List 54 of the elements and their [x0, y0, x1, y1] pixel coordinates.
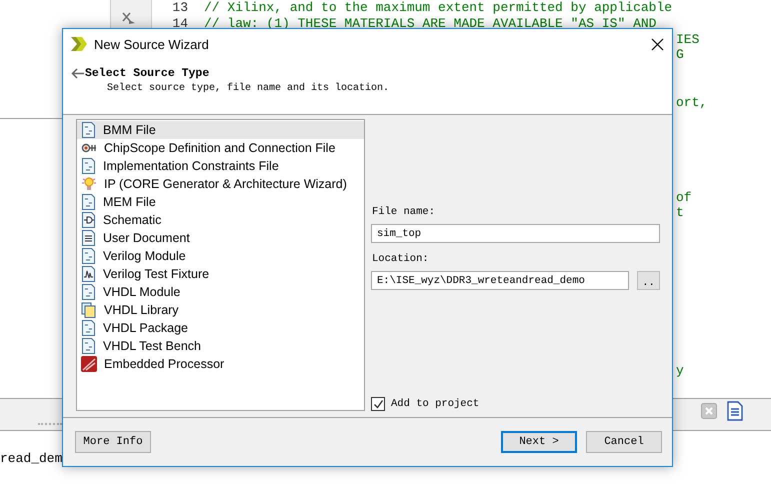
close-icon[interactable] [650, 38, 664, 50]
list-item[interactable]: BMM File [77, 121, 364, 139]
browse-button[interactable]: .. [637, 271, 660, 290]
code-line: of [676, 190, 692, 206]
code-line: // Xilinx, and to the maximum extent permitted by applicable [204, 0, 672, 16]
waveform-icon [81, 266, 96, 282]
code-line: t [676, 205, 684, 222]
file-name-field[interactable]: sim_top [371, 224, 660, 243]
code-line: G [676, 47, 684, 64]
location-field[interactable]: E:\ISE_wyz\DDR3_wreteandread_demo [371, 271, 629, 290]
dialog-button[interactable]: Cancel [586, 431, 662, 453]
page-heading: Select Source Type [85, 67, 210, 80]
checkbox[interactable] [371, 397, 385, 411]
dialog-button[interactable]: Next > [501, 431, 577, 453]
page-description: Select source type, file name and its location. [107, 83, 390, 94]
list-item[interactable]: IP (CORE Generator & Architecture Wizard) [77, 175, 364, 193]
document-icon[interactable] [727, 401, 743, 421]
window-title: New Source Wizard [94, 36, 209, 52]
document-icon [81, 338, 96, 354]
code-line: IES [676, 32, 700, 48]
document-icon [81, 248, 96, 264]
field-label: Location: [372, 253, 429, 265]
checkbox-label: Add to project [391, 398, 480, 410]
list-item[interactable]: VHDL Test Bench [77, 337, 364, 355]
document-icon [81, 320, 96, 336]
list-item[interactable]: Schematic [77, 211, 364, 229]
list-item[interactable]: VHDL Module [77, 283, 364, 301]
list-item[interactable]: Implementation Constraints File [77, 157, 364, 175]
code-line: y [676, 363, 684, 380]
processor-icon [81, 356, 97, 372]
list-item[interactable]: Verilog Module [77, 247, 364, 265]
list-item[interactable]: ChipScope Definition and Connection File [77, 139, 364, 157]
line-number: 14 [171, 16, 189, 32]
list-item[interactable]: VHDL Package [77, 319, 364, 337]
lightbulb-icon [81, 176, 97, 192]
list-item[interactable]: MEM File [77, 193, 364, 211]
gate-icon [81, 212, 96, 228]
document-icon [81, 284, 96, 300]
list-item[interactable]: Embedded Processor [77, 355, 364, 373]
line-number: 13 [171, 0, 189, 16]
list-item[interactable]: VHDL Library [77, 301, 364, 319]
dialog-button[interactable]: More Info [75, 431, 151, 453]
text-document-icon [81, 230, 96, 246]
list-item[interactable]: User Document [77, 229, 364, 247]
code-line: ort, [676, 94, 708, 111]
list-item[interactable]: Verilog Test Fixture [77, 265, 364, 283]
document-icon [81, 158, 96, 174]
logo-icon [71, 37, 87, 51]
document-icon [81, 122, 96, 138]
field-label: File name: [372, 206, 436, 218]
files-icon [81, 302, 97, 318]
back-arrow-icon[interactable] [71, 68, 84, 79]
console-text: read_dem [0, 451, 62, 466]
document-icon [81, 194, 96, 210]
